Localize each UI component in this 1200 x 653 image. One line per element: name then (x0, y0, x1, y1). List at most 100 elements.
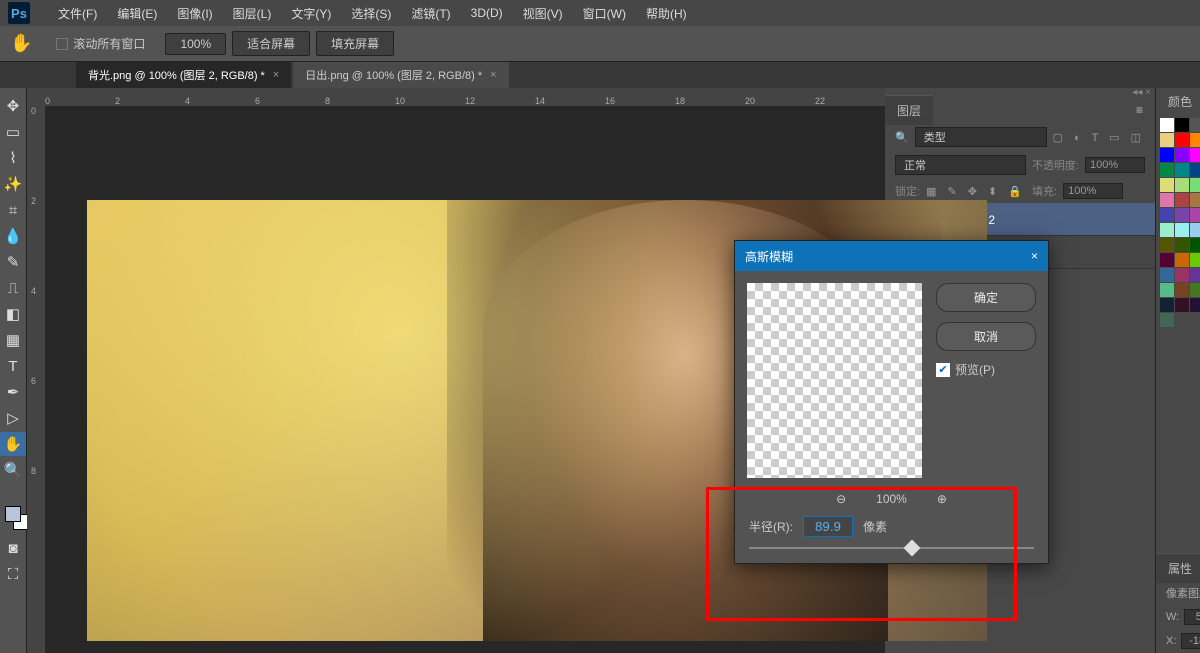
swatch[interactable] (1190, 118, 1200, 132)
swatch[interactable] (1175, 178, 1189, 192)
swatch[interactable] (1190, 253, 1200, 267)
swatch[interactable] (1160, 283, 1174, 297)
swatch[interactable] (1160, 223, 1174, 237)
zoom-tool[interactable]: 🔍 (0, 458, 26, 482)
color-swatches[interactable] (0, 506, 26, 536)
layers-tab[interactable]: 图层 (885, 95, 933, 125)
menu-file[interactable]: 文件(F) (48, 5, 107, 22)
swatch[interactable] (1190, 268, 1200, 282)
filter-icons[interactable]: ▢ ◐ T ▭ ◫ (1053, 131, 1145, 144)
preview-checkbox[interactable]: ✔ 预览(P) (936, 361, 1036, 378)
tab-2[interactable]: 日出.png @ 100% (图层 2, RGB/8) * × (293, 62, 508, 88)
swatch[interactable] (1190, 133, 1200, 147)
swatch[interactable] (1175, 223, 1189, 237)
menu-select[interactable]: 选择(S) (341, 5, 401, 22)
swatch[interactable] (1175, 253, 1189, 267)
scroll-all-checkbox[interactable]: 滚动所有窗口 (56, 35, 145, 52)
close-icon[interactable]: × (490, 69, 496, 81)
swatch[interactable] (1175, 283, 1189, 297)
properties-tab[interactable]: 属性 (1156, 553, 1200, 583)
radius-slider[interactable] (749, 547, 1034, 549)
zoom-out-icon[interactable]: ⊖ (836, 492, 846, 506)
swatch[interactable] (1160, 163, 1174, 177)
type-tool[interactable]: T (0, 354, 26, 378)
swatch[interactable] (1190, 238, 1200, 252)
swatch[interactable] (1190, 193, 1200, 207)
x-value[interactable]: -18.59 (1181, 633, 1200, 649)
swatch[interactable] (1160, 313, 1174, 327)
slider-thumb[interactable] (903, 540, 920, 557)
blend-mode-select[interactable]: 正常 (895, 155, 1026, 175)
swatch[interactable] (1190, 223, 1200, 237)
opacity-input[interactable] (1085, 157, 1145, 173)
swatch[interactable] (1175, 148, 1189, 162)
fill-input[interactable] (1063, 183, 1123, 199)
menu-help[interactable]: 帮助(H) (636, 5, 697, 22)
gradient-tool[interactable]: ▦ (0, 328, 26, 352)
swatch[interactable] (1160, 118, 1174, 132)
layer-kind-filter[interactable]: 类型 (915, 127, 1047, 147)
eyedropper-tool[interactable]: 💧 (0, 224, 26, 248)
hand-tool[interactable]: ✋ (0, 432, 26, 456)
tab-1[interactable]: 背光.png @ 100% (图层 2, RGB/8) * × (76, 62, 291, 88)
menu-3d[interactable]: 3D(D) (461, 6, 513, 20)
swatch[interactable] (1160, 193, 1174, 207)
cancel-button[interactable]: 取消 (936, 322, 1036, 351)
fill-screen-button[interactable]: 填充屏幕 (316, 31, 394, 56)
ok-button[interactable]: 确定 (936, 283, 1036, 312)
radius-input[interactable] (803, 516, 853, 537)
color-tab[interactable]: 颜色 (1156, 87, 1200, 116)
swatch[interactable] (1175, 193, 1189, 207)
foreground-color[interactable] (5, 506, 21, 522)
swatches-grid[interactable] (1156, 114, 1200, 331)
menu-image[interactable]: 图像(I) (167, 5, 222, 22)
lasso-tool[interactable]: ⌇ (0, 146, 26, 170)
menu-layers[interactable]: 图层(L) (223, 5, 282, 22)
swatch[interactable] (1175, 238, 1189, 252)
close-icon[interactable]: × (1031, 249, 1038, 263)
swatch[interactable] (1160, 178, 1174, 192)
swatch[interactable] (1190, 283, 1200, 297)
search-icon[interactable]: 🔍 (895, 131, 909, 144)
blur-preview[interactable] (747, 283, 922, 478)
swatch[interactable] (1190, 148, 1200, 162)
magic-wand-tool[interactable]: ✨ (0, 172, 26, 196)
width-value[interactable]: 54.93 (1184, 609, 1200, 625)
hand-tool-icon[interactable]: ✋ (10, 33, 32, 54)
fit-screen-button[interactable]: 适合屏幕 (232, 31, 310, 56)
swatch[interactable] (1160, 268, 1174, 282)
panel-menu-icon[interactable]: ≡ (1124, 97, 1155, 123)
crop-tool[interactable]: ⌗ (0, 198, 26, 222)
swatch[interactable] (1175, 298, 1189, 312)
swatch[interactable] (1160, 298, 1174, 312)
move-tool[interactable]: ✥ (0, 94, 26, 118)
path-select-tool[interactable]: ▷ (0, 406, 26, 430)
menu-window[interactable]: 窗口(W) (573, 5, 636, 22)
menu-filter[interactable]: 滤镜(T) (401, 5, 460, 22)
swatch[interactable] (1175, 208, 1189, 222)
dialog-titlebar[interactable]: 高斯模糊 × (735, 241, 1048, 271)
brush-tool[interactable]: ✎ (0, 250, 26, 274)
swatch[interactable] (1175, 163, 1189, 177)
menu-type[interactable]: 文字(Y) (281, 5, 341, 22)
zoom-level-button[interactable]: 100% (165, 33, 226, 55)
swatch[interactable] (1190, 178, 1200, 192)
swatch[interactable] (1160, 253, 1174, 267)
menu-view[interactable]: 视图(V) (513, 5, 573, 22)
lock-icons[interactable]: ▦ ✎ ✥ ⬍ 🔒 (926, 185, 1026, 198)
swatch[interactable] (1190, 208, 1200, 222)
quick-mask-tool[interactable]: ◙ (0, 536, 26, 560)
close-icon[interactable]: × (273, 69, 279, 81)
swatch[interactable] (1190, 163, 1200, 177)
swatch[interactable] (1160, 148, 1174, 162)
swatch[interactable] (1175, 118, 1189, 132)
swatch[interactable] (1175, 133, 1189, 147)
swatch[interactable] (1190, 298, 1200, 312)
stamp-tool[interactable]: ⎍ (0, 276, 26, 300)
pen-tool[interactable]: ✒ (0, 380, 26, 404)
swatch[interactable] (1175, 268, 1189, 282)
eraser-tool[interactable]: ◧ (0, 302, 26, 326)
marquee-tool[interactable]: ▭ (0, 120, 26, 144)
swatch[interactable] (1160, 238, 1174, 252)
zoom-in-icon[interactable]: ⊕ (937, 492, 947, 506)
